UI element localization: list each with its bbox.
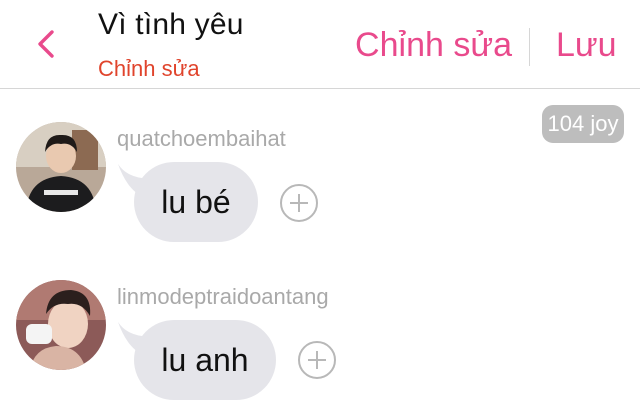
message-text: lu bé	[134, 162, 258, 242]
message-text: lu anh	[134, 320, 276, 400]
chevron-left-icon	[38, 30, 54, 58]
joy-count-badge: 104 joy	[542, 105, 624, 143]
avatar-image	[16, 280, 106, 370]
header: Vì tình yêu Chỉnh sửa Chỉnh sửa Lưu	[0, 0, 640, 88]
page-subtitle: Chỉnh sửa	[98, 56, 200, 81]
save-button[interactable]: Lưu	[556, 26, 617, 65]
message-username: quatchoembaihat	[117, 126, 286, 151]
avatar[interactable]	[16, 122, 106, 212]
back-button[interactable]	[28, 24, 68, 64]
add-button[interactable]	[279, 183, 319, 223]
header-separator	[529, 28, 530, 66]
avatar-image	[16, 122, 106, 212]
edit-button[interactable]: Chỉnh sửa	[355, 26, 512, 65]
plus-circle-icon	[280, 184, 318, 222]
add-button[interactable]	[297, 340, 337, 380]
avatar[interactable]	[16, 280, 106, 370]
plus-circle-icon	[298, 341, 336, 379]
message-username: linmodeptraidoantang	[117, 284, 329, 309]
page-title: Vì tình yêu	[98, 8, 244, 41]
header-divider	[0, 88, 640, 89]
